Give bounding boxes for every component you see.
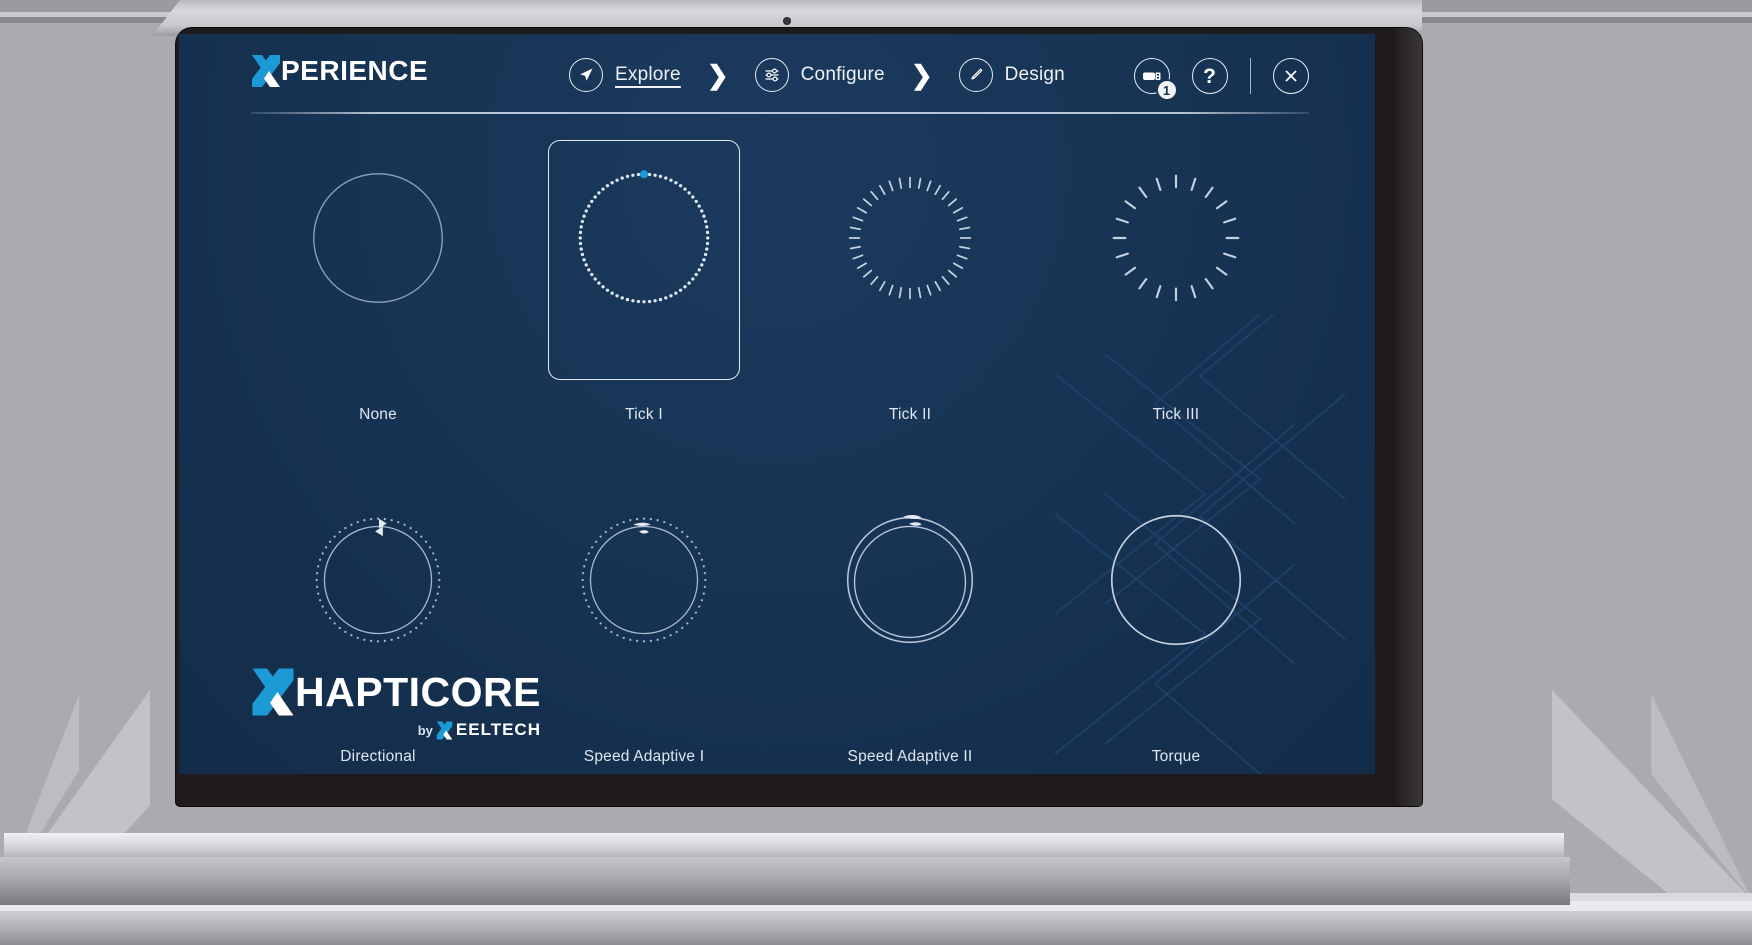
pattern-label-tick-3: Tick III [1152,406,1200,423]
help-label: ? [1203,64,1216,88]
pattern-tile-none[interactable]: None [245,126,511,424]
footer-logo-byline: by EELTECH [251,720,541,740]
navigation-arrow-icon [569,58,603,92]
plain-circle-dial-icon [313,173,443,303]
nav-separator-2: ❯ [910,60,933,90]
coarse-ticks-dial-icon [1112,174,1240,302]
speed-adaptive-1-dial-icon [581,517,707,643]
footer-company-name: EELTECH [455,720,541,739]
app-brand: PERIENCE [251,54,428,88]
header-divider-line [251,112,1309,114]
xeeltech-x-icon [436,721,453,739]
toolbar-divider [1249,58,1251,94]
nav-item-design[interactable]: Design [958,58,1065,92]
laptop-device: PERIENCE Explore ❯ Configure ❯ Design 1 … [0,0,1570,905]
footer-logo: HAPTICORE by EELTECH [251,667,541,740]
directional-arrows-dial-icon [315,517,441,643]
application-screen: PERIENCE Explore ❯ Configure ❯ Design 1 … [179,34,1375,774]
pattern-tile-speed-adaptive-2[interactable]: Speed Adaptive II [777,468,1043,766]
desk-surface [0,911,1752,945]
nav-item-configure[interactable]: Configure [754,58,885,92]
pattern-label-torque: Torque [1151,748,1201,765]
nav-label-design: Design [1004,64,1065,85]
bezel-highlight [1396,28,1422,806]
pattern-label-speed-adaptive-2: Speed Adaptive II [847,748,973,765]
nav-separator-1: ❯ [706,60,729,90]
brand-x-icon [252,55,280,87]
thick-circle-dial-icon [1110,514,1242,646]
nav-label-configure: Configure [800,64,885,85]
pattern-tile-tick-1[interactable]: Tick I [511,126,777,424]
brand-name: PERIENCE [281,55,429,86]
accent-dot [639,170,649,179]
webcam-icon [783,17,791,25]
laptop-base-strip [4,833,1564,859]
pattern-tile-tick-2[interactable]: Tick II [777,126,1043,424]
top-right-actions: 1 ? [1133,58,1309,101]
fine-dots-dial-icon [578,170,710,304]
pattern-row-1: None Tick I Tick II Tick III [179,126,1375,424]
pattern-tile-tick-3[interactable]: Tick III [1043,126,1309,424]
pattern-tile-torque[interactable]: Torque [1043,468,1309,766]
device-count-badge: 1 [1155,79,1178,101]
pattern-label-speed-adaptive-1: Speed Adaptive I [583,748,705,765]
nav-item-explore[interactable]: Explore [569,58,681,92]
question-mark-icon[interactable]: ? [1191,58,1228,94]
nav-label-explore: Explore [615,64,681,85]
footer-logo-main: HAPTICORE [251,667,541,717]
medium-ticks-dial-icon [848,176,972,300]
hapticore-x-icon [252,668,294,716]
pattern-label-none: None [359,406,397,423]
scene: PERIENCE Explore ❯ Configure ❯ Design 1 … [0,0,1752,945]
pattern-label-tick-1: Tick I [625,406,663,423]
speed-adaptive-2-dial-icon [846,515,974,644]
top-navigation-bar: PERIENCE Explore ❯ Configure ❯ Design 1 … [179,34,1375,114]
footer-logo-by: by [417,722,433,738]
breadcrumb-navigation: Explore ❯ Configure ❯ Design [569,58,1065,92]
usb-device-icon[interactable]: 1 [1133,58,1178,101]
paintbrush-icon [958,58,993,92]
pattern-tile-speed-adaptive-1[interactable]: Speed Adaptive I [511,468,777,766]
footer-logo-name: HAPTICORE [295,669,541,715]
laptop-base-lower [0,857,1570,905]
sliders-icon [754,58,789,92]
close-x-icon[interactable] [1273,58,1309,94]
pattern-label-tick-2: Tick II [888,406,932,423]
pattern-label-directional: Directional [340,748,416,765]
